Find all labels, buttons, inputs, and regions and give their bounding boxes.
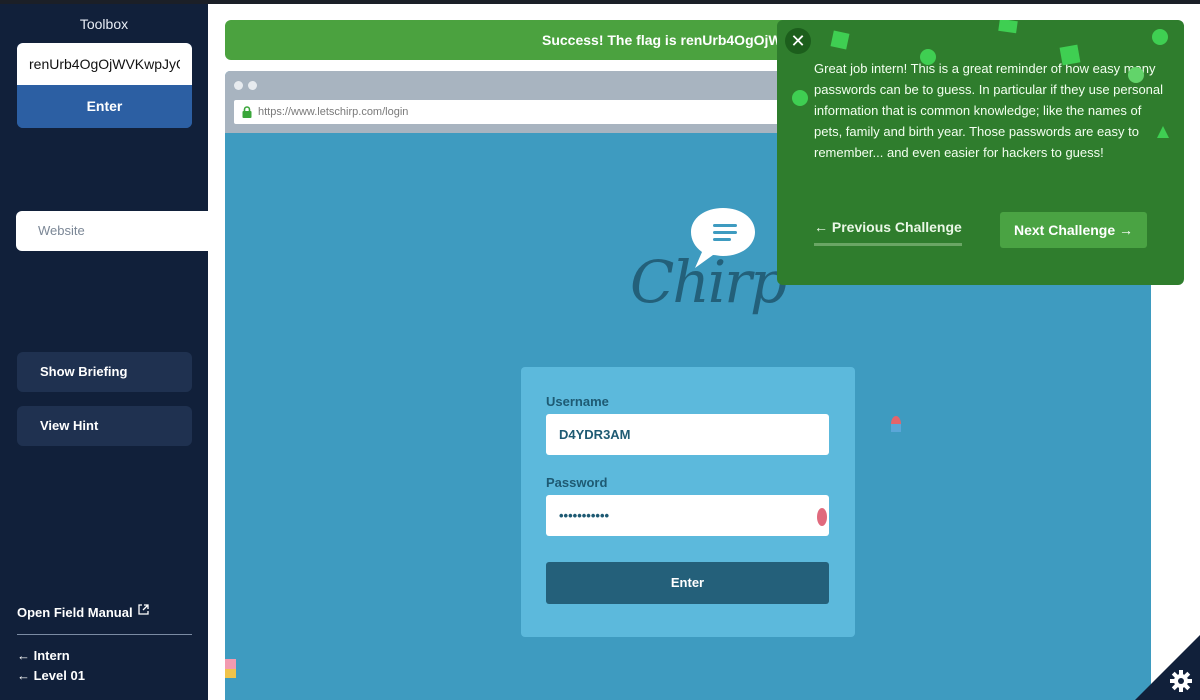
confetti-piece	[1157, 126, 1169, 138]
confetti-piece	[1128, 67, 1144, 83]
password-input[interactable]: •••••••••••	[546, 495, 829, 536]
username-input[interactable]: D4YDR3AM	[546, 414, 829, 455]
sidebar: Toolbox Enter Website Show Briefing View…	[0, 4, 208, 700]
confetti-piece	[891, 416, 901, 432]
success-banner: Success! The flag is renUrb4OgOjWVKwpJyO…	[225, 20, 785, 60]
field-manual-label: Open Field Manual	[17, 605, 133, 620]
flag-input[interactable]	[17, 43, 192, 85]
view-hint-button[interactable]: View Hint	[17, 406, 192, 446]
external-link-icon	[137, 604, 149, 618]
tab-website[interactable]: Website	[16, 211, 208, 251]
show-briefing-button[interactable]: Show Briefing	[17, 352, 192, 392]
confetti-piece	[998, 20, 1018, 34]
login-card: Username D4YDR3AM Password ••••••••••• E…	[521, 367, 855, 637]
success-popup: ✕ Great job intern! This is a great remi…	[777, 20, 1184, 285]
window-dot	[234, 81, 243, 90]
previous-challenge-link[interactable]: ← Previous Challenge	[814, 219, 962, 246]
field-manual-link[interactable]: Open Field Manual	[17, 604, 149, 620]
next-challenge-button[interactable]: Next Challenge →	[1000, 212, 1147, 248]
login-enter-button[interactable]: Enter	[546, 562, 829, 604]
window-dot	[248, 81, 257, 90]
sidebar-divider	[17, 634, 192, 635]
flag-enter-button[interactable]: Enter	[17, 85, 192, 128]
confetti-piece	[920, 49, 936, 65]
password-label: Password	[546, 475, 608, 490]
confetti-piece	[1059, 44, 1081, 66]
gear-icon[interactable]	[1135, 635, 1200, 700]
flag-submit-box: Enter	[17, 43, 192, 128]
back-intern-link[interactable]: ← Intern	[17, 648, 70, 663]
confetti-piece	[830, 30, 850, 50]
toolbox-title: Toolbox	[79, 16, 129, 32]
username-label: Username	[546, 394, 609, 409]
confetti-piece	[817, 508, 827, 526]
lock-icon	[242, 106, 252, 118]
chirp-logo-text: Chirp	[630, 248, 787, 316]
back-level-link[interactable]: ← Level 01	[17, 668, 85, 683]
url-text: https://www.letschirp.com/login	[258, 106, 409, 118]
url-bar[interactable]: https://www.letschirp.com/login	[234, 100, 794, 124]
popup-message: Great job intern! This is a great remind…	[814, 61, 1164, 160]
confetti-piece	[792, 90, 808, 106]
close-icon[interactable]: ✕	[785, 28, 811, 54]
confetti-piece	[1152, 29, 1168, 45]
confetti-piece	[225, 659, 236, 678]
